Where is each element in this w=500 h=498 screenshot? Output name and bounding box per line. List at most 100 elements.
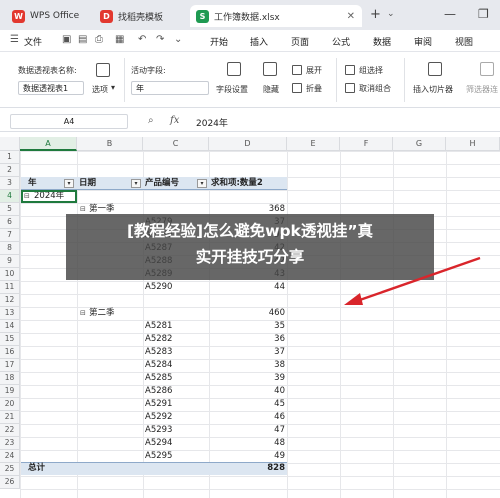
pivot-name-input[interactable]: 数据透视表1 bbox=[18, 81, 84, 95]
tab-wps-office[interactable]: W WPS Office bbox=[6, 5, 90, 27]
column-header-b[interactable]: B bbox=[77, 137, 143, 151]
slicer-icon[interactable] bbox=[428, 62, 442, 76]
column-header-c[interactable]: C bbox=[143, 137, 209, 151]
pivot-quantity[interactable]: 48 bbox=[211, 437, 285, 450]
column-header-g[interactable]: G bbox=[393, 137, 446, 151]
hide-icon[interactable] bbox=[263, 62, 277, 76]
collapse-button[interactable]: 折叠 bbox=[306, 83, 322, 94]
menu-view[interactable]: 视图 bbox=[455, 35, 473, 48]
row-header[interactable]: 12 bbox=[0, 294, 20, 307]
zoom-icon[interactable]: ⌕ bbox=[148, 115, 154, 126]
row-header[interactable]: 18 bbox=[0, 372, 20, 385]
ungroup-button[interactable]: 取消组合 bbox=[359, 83, 391, 94]
column-header-a[interactable]: A bbox=[20, 137, 77, 151]
print-icon[interactable]: ⎙ bbox=[95, 34, 103, 45]
column-header-e[interactable]: E bbox=[287, 137, 340, 151]
row-header[interactable]: 10 bbox=[0, 268, 20, 281]
print-preview-icon[interactable]: ▦ bbox=[115, 34, 124, 45]
row-header[interactable]: 1 bbox=[0, 151, 20, 164]
collapse-toggle-icon[interactable]: ⊟ bbox=[80, 307, 86, 320]
pivot-product-code[interactable]: A5285 bbox=[145, 372, 172, 385]
group-selection-button[interactable]: 组选择 bbox=[359, 65, 383, 76]
insert-slicer-button[interactable]: 插入切片器 bbox=[413, 84, 453, 95]
row-header[interactable]: 19 bbox=[0, 385, 20, 398]
menu-data[interactable]: 数据 bbox=[373, 35, 391, 48]
row-header[interactable]: 4 bbox=[0, 190, 20, 203]
folder-icon[interactable]: ▤ bbox=[78, 34, 87, 45]
pivot-product-code[interactable]: A5290 bbox=[145, 281, 172, 294]
chevron-down-icon[interactable]: ⌄ bbox=[387, 9, 395, 19]
row-header[interactable]: 23 bbox=[0, 437, 20, 450]
column-header-f[interactable]: F bbox=[340, 137, 393, 151]
pivot-quantity[interactable]: 39 bbox=[211, 372, 285, 385]
formula-input[interactable]: 2024年 bbox=[196, 116, 228, 129]
row-header[interactable]: 8 bbox=[0, 242, 20, 255]
menu-review[interactable]: 审阅 bbox=[414, 35, 432, 48]
pivot-quantity[interactable]: 37 bbox=[211, 346, 285, 359]
menu-home[interactable]: 开始 bbox=[210, 35, 228, 48]
filter-dropdown-icon[interactable]: ▾ bbox=[197, 179, 207, 188]
pivot-quantity[interactable]: 46 bbox=[211, 411, 285, 424]
row-header[interactable]: 22 bbox=[0, 424, 20, 437]
pivot-product-code[interactable]: A5283 bbox=[145, 346, 172, 359]
menu-page[interactable]: 页面 bbox=[291, 35, 309, 48]
pivot-product-code[interactable]: A5291 bbox=[145, 398, 172, 411]
pivot-product-code[interactable]: A5292 bbox=[145, 411, 172, 424]
row-header[interactable]: 20 bbox=[0, 398, 20, 411]
field-settings-button[interactable]: 字段设置 bbox=[216, 84, 248, 95]
pivot-product-code[interactable]: A5294 bbox=[145, 437, 172, 450]
row-header[interactable]: 11 bbox=[0, 281, 20, 294]
filter-connections-button[interactable]: 筛选器连 bbox=[466, 84, 498, 95]
quick-access-more-icon[interactable]: ⌄ bbox=[174, 34, 182, 45]
undo-icon[interactable]: ↶ bbox=[138, 34, 146, 45]
menu-file[interactable]: 文件 bbox=[24, 35, 42, 48]
filter-dropdown-icon[interactable]: ▾ bbox=[64, 179, 74, 188]
menu-insert[interactable]: 插入 bbox=[250, 35, 268, 48]
tab-workbook[interactable]: S 工作簿数据.xlsx ✕ bbox=[190, 5, 362, 27]
column-header-h[interactable]: H bbox=[446, 137, 500, 151]
row-header[interactable]: 26 bbox=[0, 476, 20, 489]
restore-window-icon[interactable]: ❐ bbox=[478, 7, 489, 21]
pivot-table-icon[interactable] bbox=[96, 63, 110, 77]
pivot-product-code[interactable]: A5293 bbox=[145, 424, 172, 437]
active-field-input[interactable]: 年 bbox=[131, 81, 209, 95]
row-header[interactable]: 2 bbox=[0, 164, 20, 177]
pivot-quantity[interactable]: 47 bbox=[211, 424, 285, 437]
redo-icon[interactable]: ↷ bbox=[156, 34, 164, 45]
column-header-d[interactable]: D bbox=[209, 137, 287, 151]
filter-connections-icon[interactable] bbox=[480, 62, 494, 76]
row-header[interactable]: 13 bbox=[0, 307, 20, 320]
row-header[interactable]: 25 bbox=[0, 463, 20, 476]
field-settings-icon[interactable] bbox=[227, 62, 241, 76]
menu-formula[interactable]: 公式 bbox=[332, 35, 350, 48]
tab-docer[interactable]: D 找稻壳模板 bbox=[94, 5, 186, 27]
pivot-quantity[interactable]: 36 bbox=[211, 333, 285, 346]
row-header[interactable]: 17 bbox=[0, 359, 20, 372]
pivot-quantity[interactable]: 35 bbox=[211, 320, 285, 333]
select-all-corner[interactable] bbox=[0, 137, 20, 151]
close-tab-icon[interactable]: ✕ bbox=[347, 11, 355, 22]
pivot-quantity[interactable]: 45 bbox=[211, 398, 285, 411]
row-header[interactable]: 5 bbox=[0, 203, 20, 216]
pivot-product-code[interactable]: A5281 bbox=[145, 320, 172, 333]
pivot-product-code[interactable]: A5286 bbox=[145, 385, 172, 398]
hamburger-menu-icon[interactable]: ☰ bbox=[10, 34, 19, 45]
expand-button[interactable]: 展开 bbox=[306, 65, 322, 76]
pivot-product-code[interactable]: A5282 bbox=[145, 333, 172, 346]
row-header[interactable]: 14 bbox=[0, 320, 20, 333]
pivot-quantity[interactable]: 38 bbox=[211, 359, 285, 372]
function-icon[interactable]: fx bbox=[170, 115, 179, 126]
new-tab-button[interactable]: + bbox=[370, 7, 381, 22]
filter-dropdown-icon[interactable]: ▾ bbox=[131, 179, 141, 188]
hide-button[interactable]: 隐藏 bbox=[263, 84, 279, 95]
options-dropdown[interactable]: 选项 bbox=[92, 84, 108, 95]
pivot-quantity[interactable]: 44 bbox=[211, 281, 285, 294]
name-box[interactable]: A4 bbox=[10, 114, 128, 129]
pivot-quantity[interactable]: 40 bbox=[211, 385, 285, 398]
save-icon[interactable]: ▣ bbox=[62, 34, 71, 45]
row-header[interactable]: 24 bbox=[0, 450, 20, 463]
row-header[interactable]: 9 bbox=[0, 255, 20, 268]
row-header[interactable]: 21 bbox=[0, 411, 20, 424]
minimize-icon[interactable]: — bbox=[444, 7, 456, 21]
row-header[interactable]: 3 bbox=[0, 177, 20, 190]
